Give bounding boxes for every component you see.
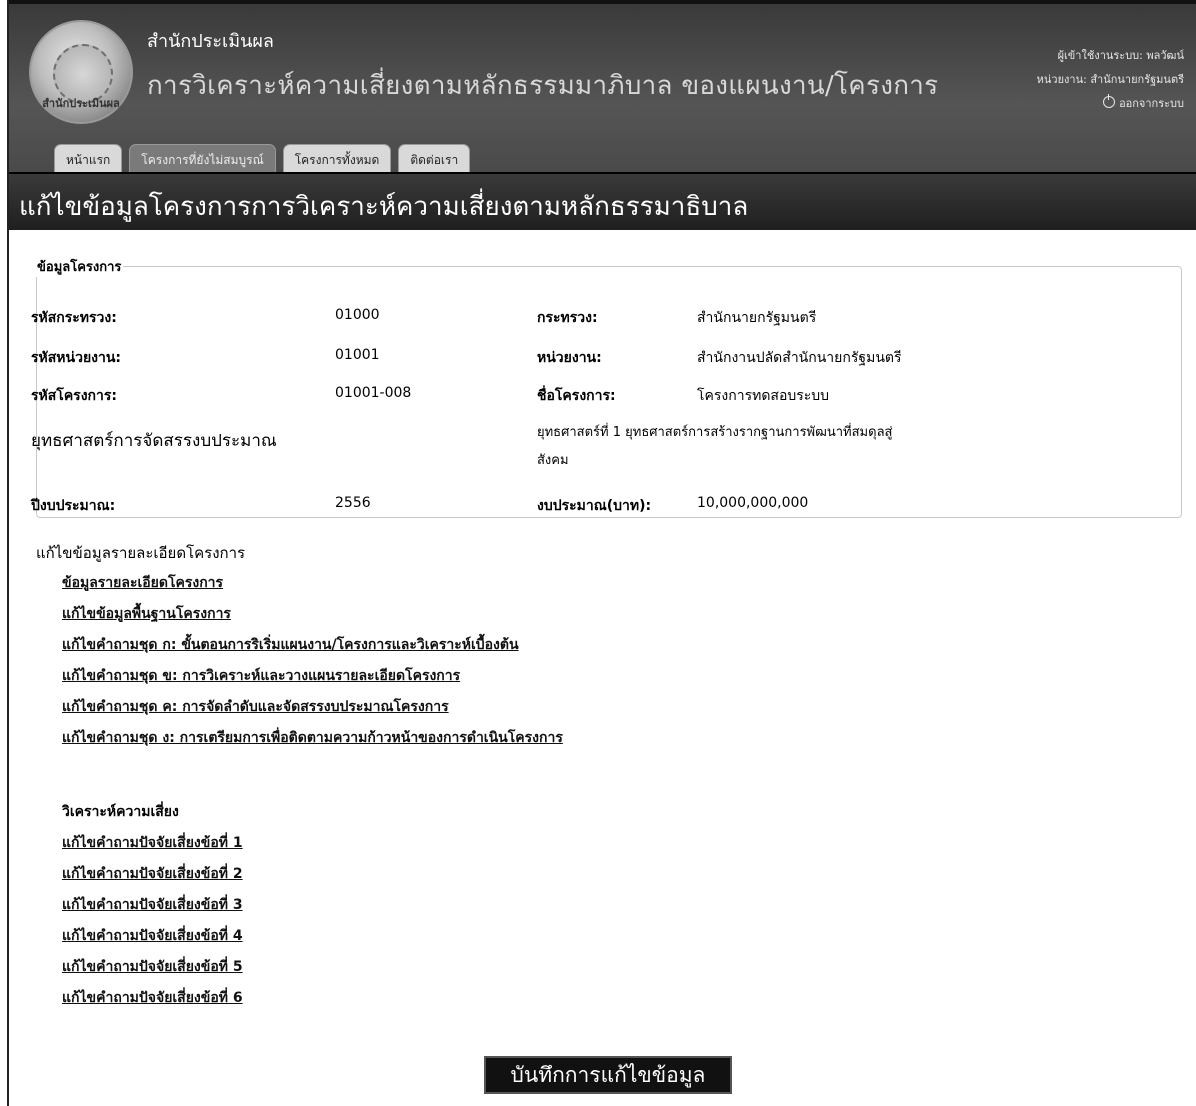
logout-label: ออกจากระบบ <box>1119 97 1184 110</box>
unit-code-label: รหัสหน่วยงาน: <box>31 350 122 366</box>
unit-value: สำนักงานปลัดสำนักนายกรัฐมนตรี <box>697 350 902 366</box>
project-info-legend: ข้อมูลโครงการ <box>37 260 122 275</box>
edit-links: ข้อมูลรายละเอียดโครงการ แก้ไขข้อมูลพื้นฐ… <box>62 572 563 758</box>
project-name-label: ชื่อโครงการ: <box>537 388 616 404</box>
unit-label: หน่วยงาน: สำนักนายกรัฐมนตรี <box>1036 73 1184 86</box>
strategy-line-2: สังคม <box>537 453 569 468</box>
link-edit-set-a[interactable]: แก้ไขคำถามชุด ก: ขั้นตอนการริเริ่มแผนงาน… <box>62 634 563 665</box>
link-project-details[interactable]: ข้อมูลรายละเอียดโครงการ <box>62 572 563 603</box>
link-risk-factor-2[interactable]: แก้ไขคำถามปัจจัยเสี่ยงข้อที่ 2 <box>62 863 243 894</box>
save-button[interactable]: บันทึกการแก้ไขข้อมูล <box>484 1056 732 1094</box>
site-header: สำนักประเมินผล สำนักประเมินผล การวิเคราะ… <box>9 0 1196 175</box>
budget-label: งบประมาณ(บาท): <box>537 498 652 514</box>
link-risk-factor-5[interactable]: แก้ไขคำถามปัจจัยเสี่ยงข้อที่ 5 <box>62 956 243 987</box>
left-border <box>0 0 9 1106</box>
link-edit-set-c[interactable]: แก้ไขคำถามชุด ค: การจัดลำดับและจัดสรรงบป… <box>62 696 563 727</box>
link-risk-factor-6[interactable]: แก้ไขคำถามปัจจัยเสี่ยงข้อที่ 6 <box>62 987 243 1018</box>
tab-home[interactable]: หน้าแรก <box>54 144 123 175</box>
project-info-panel: ข้อมูลโครงการ รหัสกระทรวง: 01000 กระทรวง… <box>31 256 1182 518</box>
strategy-value: ยุทธศาสตร์ที่ 1 ยุทธศาสตร์การสร้างรากฐาน… <box>537 419 987 475</box>
link-risk-factor-4[interactable]: แก้ไขคำถามปัจจัยเสี่ยงข้อที่ 4 <box>62 925 243 956</box>
logout-link[interactable]: ออกจากระบบ <box>1103 94 1184 110</box>
project-name-value: โครงการทดสอบระบบ <box>697 388 830 404</box>
budget-value: 10,000,000,000 <box>697 495 809 511</box>
tab-incomplete-projects[interactable]: โครงการที่ยังไม่สมบูรณ์ <box>129 144 276 175</box>
page-title: แก้ไขข้อมูลโครงการการวิเคราะห์ความเสี่ยง… <box>19 192 749 222</box>
project-code-value: 01001-008 <box>335 385 412 401</box>
risk-links: แก้ไขคำถามปัจจัยเสี่ยงข้อที่ 1 แก้ไขคำถา… <box>62 832 243 1018</box>
page-header: แก้ไขข้อมูลโครงการการวิเคราะห์ความเสี่ยง… <box>9 172 1196 230</box>
link-edit-set-b[interactable]: แก้ไขคำถามชุด ข: การวิเคราะห์และวางแผนรา… <box>62 665 563 696</box>
ministry-code-label: รหัสกระทรวง: <box>31 310 117 326</box>
fiscal-year-value: 2556 <box>335 495 371 511</box>
ministry-value: สำนักนายกรัฐมนตรี <box>697 310 817 326</box>
ministry-label: กระทรวง: <box>537 310 598 326</box>
strategy-line-1: ยุทธศาสตร์ที่ 1 ยุทธศาสตร์การสร้างรากฐาน… <box>537 425 893 440</box>
seal-text: สำนักประเมินผล <box>42 97 120 110</box>
user-info: ผู้เข้าใช้งานระบบ: พลวัฒน์ หน่วยงาน: สำน… <box>1037 44 1184 116</box>
seal-logo: สำนักประเมินผล <box>29 20 133 124</box>
edit-section-title: แก้ไขข้อมูลรายละเอียดโครงการ <box>36 544 246 562</box>
link-risk-factor-1[interactable]: แก้ไขคำถามปัจจัยเสี่ยงข้อที่ 1 <box>62 832 243 863</box>
user-label: ผู้เข้าใช้งานระบบ: พลวัฒน์ <box>1057 49 1184 62</box>
unit-label: หน่วยงาน: <box>537 350 602 366</box>
link-risk-factor-3[interactable]: แก้ไขคำถามปัจจัยเสี่ยงข้อที่ 3 <box>62 894 243 925</box>
strategy-label: ยุทธศาสตร์การจัดสรรงบประมาณ <box>31 431 277 451</box>
tab-contact[interactable]: ติดต่อเรา <box>398 144 471 175</box>
link-edit-basic-info[interactable]: แก้ไขข้อมูลพื้นฐานโครงการ <box>62 603 563 634</box>
risk-section-title: วิเคราะห์ความเสี่ยง <box>62 804 179 820</box>
power-icon <box>1103 94 1116 108</box>
project-code-label: รหัสโครงการ: <box>31 388 117 404</box>
unit-code-value: 01001 <box>335 347 380 363</box>
ministry-code-value: 01000 <box>335 307 380 323</box>
link-edit-set-d[interactable]: แก้ไขคำถามชุด ง: การเตรียมการเพื่อติดตาม… <box>62 727 563 758</box>
tab-all-projects[interactable]: โครงการทั้งหมด <box>282 144 392 175</box>
fiscal-year-label: ปีงบประมาณ: <box>31 498 116 514</box>
org-name: สำนักประเมินผล <box>147 31 274 52</box>
app-title: การวิเคราะห์ความเสี่ยงตามหลักธรรมมาภิบาล… <box>147 71 939 101</box>
